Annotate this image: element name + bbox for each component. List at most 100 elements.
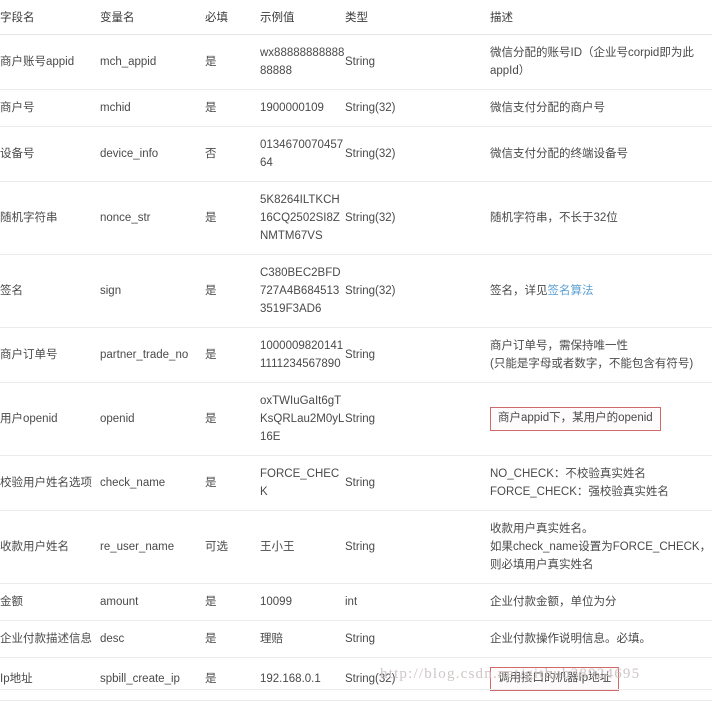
cell-required: 是: [205, 455, 260, 511]
cell-variable: check_name: [100, 455, 205, 511]
cell-example: 10000098201411111234567890: [260, 327, 345, 383]
cell-variable: desc: [100, 620, 205, 658]
parameter-table: 字段名 变量名 必填 示例值 类型 描述 商户账号appid mch_appid 是…: [0, 0, 712, 701]
cell-example: 王小王: [260, 510, 345, 584]
description-text: 企业付款操作说明信息。必填。: [490, 633, 651, 645]
cell-type: String: [345, 382, 490, 456]
cell-required: 是: [205, 583, 260, 621]
table-row: 收款用户姓名 re_user_name 可选 王小王 String 收款用户真实姓名。 如…: [0, 510, 712, 584]
cell-variable: re_user_name: [100, 510, 205, 584]
description-text: 企业付款金额，单位为分: [490, 596, 617, 608]
table-header-row: 字段名 变量名 必填 示例值 类型 描述: [0, 0, 712, 35]
cell-field: 企业付款描述信息: [0, 620, 100, 658]
cell-field: Ip地址: [0, 657, 100, 701]
cell-required: 是: [205, 89, 260, 127]
cell-type: String(32): [345, 181, 490, 255]
description-text: 收款用户真实姓名。 如果check_name设置为FORCE_CHECK，则必填…: [490, 523, 712, 571]
table-row: 校验用户姓名选项 check_name 是 FORCE_CHECK String NO_C…: [0, 455, 712, 511]
cell-example: 10099: [260, 583, 345, 621]
cell-example: FORCE_CHECK: [260, 455, 345, 511]
cell-example: 理赔: [260, 620, 345, 658]
bottom-divider: [0, 689, 712, 690]
cell-type: String(32): [345, 89, 490, 127]
column-header-description: 描述: [490, 0, 712, 35]
column-header-type: 类型: [345, 0, 490, 35]
cell-field: 设备号: [0, 126, 100, 182]
cell-type: String(32): [345, 126, 490, 182]
description-text: 商户订单号，需保持唯一性 (只能是字母或者数字，不能包含有符号): [490, 340, 694, 370]
cell-description: 商户appid下，某用户的openid: [490, 382, 712, 456]
table-row: 金额 amount 是 10099 int 企业付款金额，单位为分: [0, 583, 712, 621]
cell-field: 随机字符串: [0, 181, 100, 255]
cell-required: 可选: [205, 510, 260, 584]
cell-variable: device_info: [100, 126, 205, 182]
cell-variable: mchid: [100, 89, 205, 127]
cell-type: String: [345, 510, 490, 584]
cell-type: int: [345, 583, 490, 621]
cell-description: NO_CHECK：不校验真实姓名 FORCE_CHECK：强校验真实姓名: [490, 455, 712, 511]
cell-variable: nonce_str: [100, 181, 205, 255]
column-header-required: 必填: [205, 0, 260, 35]
table-row: 用户openid openid 是 oxTWIuGaIt6gTKsQRLau2M0yL…: [0, 382, 712, 456]
cell-required: 否: [205, 126, 260, 182]
description-text: 微信分配的账号ID（企业号corpid即为此appId）: [490, 47, 694, 77]
cell-type: String(32): [345, 254, 490, 328]
cell-example: 013467007045764: [260, 126, 345, 182]
description-text: NO_CHECK：不校验真实姓名 FORCE_CHECK：强校验真实姓名: [490, 468, 669, 498]
cell-description: 企业付款操作说明信息。必填。: [490, 620, 712, 658]
cell-description: 调用接口的机器Ip地址: [490, 657, 712, 701]
cell-description: 收款用户真实姓名。 如果check_name设置为FORCE_CHECK，则必填…: [490, 510, 712, 584]
cell-description: 企业付款金额，单位为分: [490, 583, 712, 621]
cell-required: 是: [205, 620, 260, 658]
column-header-variable: 变量名: [100, 0, 205, 35]
cell-description: 微信支付分配的商户号: [490, 89, 712, 127]
cell-field: 收款用户姓名: [0, 510, 100, 584]
cell-description: 签名，详见签名算法: [490, 254, 712, 328]
cell-field: 用户openid: [0, 382, 100, 456]
cell-type: String: [345, 327, 490, 383]
cell-example: 5K8264ILTKCH16CQ2502SI8ZNMTM67VS: [260, 181, 345, 255]
annotation-highlight-box: 调用接口的机器Ip地址: [490, 667, 620, 691]
cell-example: C380BEC2BFD727A4B6845133519F3AD6: [260, 254, 345, 328]
description-text: 微信支付分配的终端设备号: [490, 148, 628, 160]
table-row: 设备号 device_info 否 013467007045764 String(32)…: [0, 126, 712, 182]
cell-description: 商户订单号，需保持唯一性 (只能是字母或者数字，不能包含有符号): [490, 327, 712, 383]
table-row: 随机字符串 nonce_str 是 5K8264ILTKCH16CQ2502SI8ZN…: [0, 181, 712, 255]
cell-variable: sign: [100, 254, 205, 328]
cell-type: String: [345, 34, 490, 90]
cell-variable: mch_appid: [100, 34, 205, 90]
cell-field: 校验用户姓名选项: [0, 455, 100, 511]
table-row: Ip地址 spbill_create_ip 是 192.168.0.1 String(3…: [0, 657, 712, 701]
table-row: 企业付款描述信息 desc 是理赔 String 企业付款操作说明信息。必填。: [0, 620, 712, 658]
cell-description: 微信分配的账号ID（企业号corpid即为此appId）: [490, 34, 712, 90]
cell-description: 微信支付分配的终端设备号: [490, 126, 712, 182]
cell-required: 是: [205, 254, 260, 328]
cell-required: 是: [205, 34, 260, 90]
cell-description: 随机字符串，不长于32位: [490, 181, 712, 255]
cell-variable: partner_trade_no: [100, 327, 205, 383]
cell-variable: amount: [100, 583, 205, 621]
table-row: 商户订单号 partner_trade_no 是 100000982014111112…: [0, 327, 712, 383]
cell-field: 商户订单号: [0, 327, 100, 383]
cell-example: oxTWIuGaIt6gTKsQRLau2M0yL16E: [260, 382, 345, 456]
cell-type: String: [345, 620, 490, 658]
cell-example: 1900000109: [260, 89, 345, 127]
description-text: 签名，详见: [490, 285, 548, 297]
cell-type: String(32): [345, 657, 490, 701]
cell-required: 是: [205, 181, 260, 255]
cell-required: 是: [205, 657, 260, 701]
description-text: 微信支付分配的商户号: [490, 102, 605, 114]
table-row: 商户号 mchid 是 1900000109 String(32) 微信支付分配的商户号: [0, 89, 712, 127]
cell-example: 192.168.0.1: [260, 657, 345, 701]
cell-field: 商户账号appid: [0, 34, 100, 90]
cell-field: 商户号: [0, 89, 100, 127]
table-body: 商户账号appid mch_appid 是 wx8888888888888888 Str…: [0, 34, 712, 701]
cell-field: 签名: [0, 254, 100, 328]
signature-algorithm-link[interactable]: 签名算法: [548, 285, 594, 297]
column-header-example: 示例值: [260, 0, 345, 35]
cell-required: 是: [205, 327, 260, 383]
description-text: 随机字符串，不长于32位: [490, 212, 618, 224]
column-header-field: 字段名: [0, 0, 100, 35]
annotation-highlight-box: 商户appid下，某用户的openid: [490, 407, 661, 431]
cell-field: 金额: [0, 583, 100, 621]
